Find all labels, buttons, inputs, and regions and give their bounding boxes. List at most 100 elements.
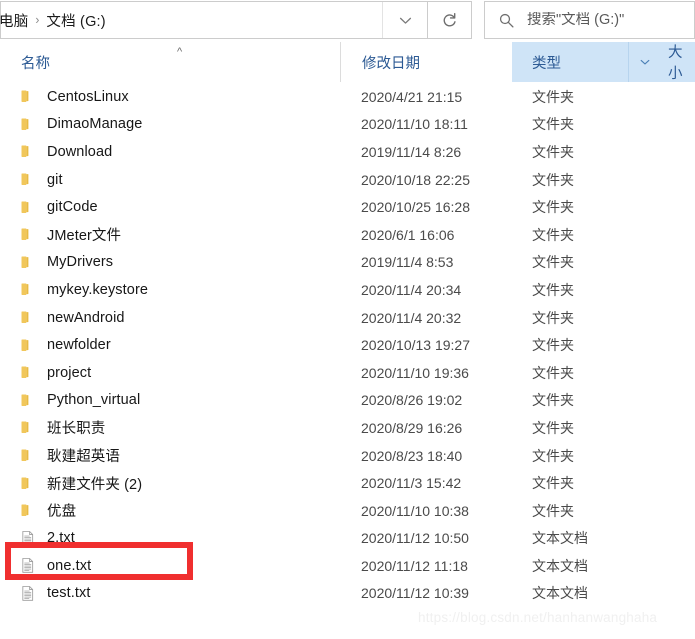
file-type-cell: 文件夹 <box>532 364 574 381</box>
folder-icon <box>21 477 29 489</box>
file-list-row[interactable]: test.txt 2020/11/12 10:39 文本文档 <box>0 580 695 608</box>
file-date-cell: 2020/10/18 22:25 <box>361 171 470 188</box>
folder-icon <box>21 283 29 296</box>
file-date-cell: 2020/8/26 19:02 <box>361 392 463 409</box>
file-name-cell[interactable]: Download <box>0 143 340 160</box>
file-list-row[interactable]: mykey.keystore 2020/11/4 20:34 文件夹 <box>0 276 695 304</box>
file-list[interactable]: CentosLinux 2020/4/21 21:15 文件夹 DimaoManage… <box>0 83 695 607</box>
file-name-cell[interactable]: MyDrivers <box>0 254 340 271</box>
file-name-label: 耿建超英语 <box>47 449 120 466</box>
file-list-row[interactable]: one.txt 2020/11/12 11:18 文本文档 <box>0 552 695 580</box>
file-name-cell[interactable]: test.txt <box>0 585 340 602</box>
file-name-label: 班长职责 <box>47 421 106 438</box>
folder-icon <box>21 145 29 158</box>
file-list-row[interactable]: MyDrivers 2019/11/4 8:53 文件夹 <box>0 249 695 277</box>
file-name-cell[interactable]: 班长职责 <box>0 417 340 438</box>
file-type-cell: 文件夹 <box>532 502 574 519</box>
file-date-cell: 2020/6/1 16:06 <box>361 226 455 243</box>
file-name-label: mykey.keystore <box>47 281 149 298</box>
file-list-row[interactable]: 班长职责 2020/8/29 16:26 文件夹 <box>0 414 695 442</box>
file-name-cell[interactable]: mykey.keystore <box>0 281 340 298</box>
file-date-cell: 2019/11/4 8:53 <box>361 254 454 271</box>
file-list-row[interactable]: Python_virtual 2020/8/26 19:02 文件夹 <box>0 387 695 415</box>
file-name-cell[interactable]: Python_virtual <box>0 392 340 409</box>
file-date-cell: 2020/11/3 15:42 <box>361 475 462 492</box>
file-name-cell[interactable]: JMeter文件 <box>0 224 340 245</box>
file-type-cell: 文本文档 <box>532 530 588 547</box>
refresh-icon <box>443 12 456 27</box>
breadcrumb-item-computer[interactable]: 电脑 <box>0 9 30 32</box>
refresh-button[interactable] <box>428 1 472 39</box>
address-dropdown-button[interactable] <box>382 2 427 38</box>
file-list-row[interactable]: newAndroid 2020/11/4 20:32 文件夹 <box>0 304 695 332</box>
file-list-row[interactable]: 2.txt 2020/11/12 10:50 文本文档 <box>0 525 695 553</box>
file-type-cell: 文件夹 <box>532 475 574 492</box>
file-date-cell: 2020/8/23 18:40 <box>361 447 463 464</box>
file-type-cell: 文件夹 <box>532 392 574 409</box>
file-name-cell[interactable]: git <box>0 171 340 188</box>
file-name-cell[interactable]: newfolder <box>0 337 340 354</box>
file-date-cell: 2020/11/12 11:18 <box>361 557 468 574</box>
explorer-toolbar: 电脑 › 文档 (G:) <box>0 0 695 41</box>
file-list-row[interactable]: DimaoManage 2020/11/10 18:11 文件夹 <box>0 111 695 139</box>
search-icon-wrapper <box>485 12 527 29</box>
file-name-cell[interactable]: gitCode <box>0 199 340 216</box>
file-date-cell: 2020/11/12 10:50 <box>361 530 469 547</box>
text-document-icon <box>22 530 34 546</box>
file-list-row[interactable]: 新建文件夹 (2) 2020/11/3 15:42 文件夹 <box>0 469 695 497</box>
address-bar[interactable]: 电脑 › 文档 (G:) <box>0 1 428 39</box>
search-input[interactable] <box>527 12 677 28</box>
file-name-label: newfolder <box>47 337 111 354</box>
folder-icon <box>21 504 29 517</box>
file-date-cell: 2020/8/29 16:26 <box>361 419 463 436</box>
file-date-cell: 2020/11/4 20:32 <box>361 309 462 326</box>
folder-icon <box>21 256 29 268</box>
breadcrumb[interactable]: 电脑 › 文档 (G:) <box>0 9 382 32</box>
column-header-type[interactable]: 类型 <box>512 42 660 82</box>
text-document-icon <box>22 586 34 601</box>
file-list-row[interactable]: CentosLinux 2020/4/21 21:15 文件夹 <box>0 83 695 111</box>
file-name-cell[interactable]: 优盘 <box>0 500 340 521</box>
file-name-label: JMeter文件 <box>47 228 122 245</box>
column-header-date-modified[interactable]: 修改日期 <box>340 42 512 82</box>
file-name-label: project <box>47 364 92 381</box>
folder-icon <box>21 201 29 213</box>
breadcrumb-item-drive[interactable]: 文档 (G:) <box>44 9 107 32</box>
file-date-cell: 2020/11/10 10:38 <box>361 502 469 519</box>
column-filter-button-type[interactable] <box>628 42 660 82</box>
file-type-cell: 文件夹 <box>532 199 574 216</box>
folder-icon <box>21 394 29 406</box>
file-list-row[interactable]: Download 2019/11/14 8:26 文件夹 <box>0 138 695 166</box>
folder-icon <box>21 311 29 324</box>
file-name-cell[interactable]: newAndroid <box>0 309 340 326</box>
file-name-cell[interactable]: project <box>0 364 340 381</box>
file-name-label: newAndroid <box>47 309 125 326</box>
file-type-cell: 文件夹 <box>532 171 574 188</box>
file-type-cell: 文件夹 <box>532 309 574 326</box>
column-header-size[interactable]: 大小 <box>660 42 695 82</box>
column-header-row: 名称 ^ 修改日期 类型 大小 <box>0 42 695 82</box>
file-name-cell[interactable]: DimaoManage <box>0 116 340 133</box>
column-header-name[interactable]: 名称 ^ <box>0 42 340 82</box>
file-list-row[interactable]: newfolder 2020/10/13 19:27 文件夹 <box>0 331 695 359</box>
file-list-row[interactable]: gitCode 2020/10/25 16:28 文件夹 <box>0 193 695 221</box>
file-name-cell[interactable]: 2.txt <box>0 530 340 547</box>
column-header-type-label: 类型 <box>532 55 561 72</box>
file-list-row[interactable]: JMeter文件 2020/6/1 16:06 文件夹 <box>0 221 695 249</box>
file-name-label: git <box>47 171 63 188</box>
column-header-name-label: 名称 <box>21 55 50 72</box>
file-name-cell[interactable]: 新建文件夹 (2) <box>0 473 340 494</box>
file-list-row[interactable]: 耿建超英语 2020/8/23 18:40 文件夹 <box>0 442 695 470</box>
folder-icon <box>21 421 29 434</box>
file-name-cell[interactable]: one.txt <box>0 557 340 574</box>
folder-icon <box>21 366 29 379</box>
file-name-cell[interactable]: 耿建超英语 <box>0 445 340 466</box>
file-list-row[interactable]: project 2020/11/10 19:36 文件夹 <box>0 359 695 387</box>
file-name-label: 2.txt <box>47 530 75 547</box>
file-list-row[interactable]: 优盘 2020/11/10 10:38 文件夹 <box>0 497 695 525</box>
file-list-row[interactable]: git 2020/10/18 22:25 文件夹 <box>0 166 695 194</box>
column-header-date-modified-label: 修改日期 <box>362 55 420 72</box>
file-name-cell[interactable]: CentosLinux <box>0 88 340 105</box>
folder-icon <box>21 449 29 461</box>
search-box[interactable] <box>484 1 695 39</box>
